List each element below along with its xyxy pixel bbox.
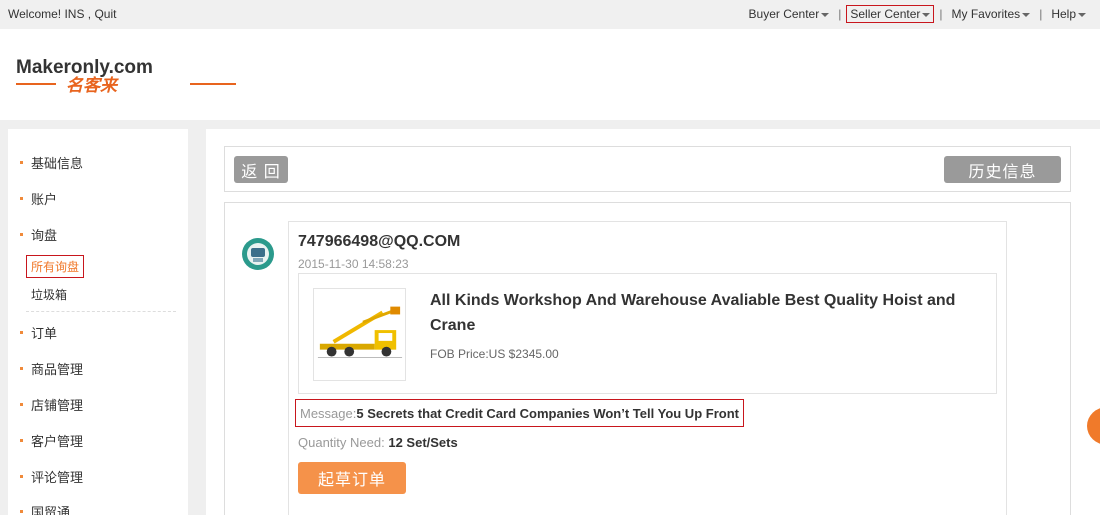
help-menu[interactable]: Help bbox=[1049, 7, 1088, 21]
welcome-text[interactable]: Welcome! INS , Quit bbox=[8, 7, 116, 21]
avatar-screen bbox=[251, 248, 265, 257]
bullet-icon bbox=[20, 475, 23, 478]
message-label: Message: bbox=[300, 405, 357, 421]
seller-center-label: Seller Center bbox=[850, 7, 921, 21]
bullet-icon bbox=[20, 439, 23, 442]
header: Makeronly.com 名客来 bbox=[0, 29, 1100, 120]
sidebar-item-label: 客户管理 bbox=[31, 434, 84, 449]
action-bar: 返 回 历史信息 bbox=[224, 146, 1071, 192]
logo-subtext: 名客来 bbox=[66, 76, 119, 93]
wheel bbox=[344, 346, 355, 357]
sidebar-item-label: 账户 bbox=[31, 192, 58, 207]
chevron-down-icon bbox=[821, 12, 830, 17]
sidebar-item-inquiry[interactable]: 询盘 bbox=[20, 225, 57, 244]
quantity-value: 12 Set/Sets bbox=[388, 435, 458, 450]
sidebar-item-products[interactable]: 商品管理 bbox=[20, 359, 83, 378]
sidebar-item-label: 基础信息 bbox=[31, 156, 84, 171]
top-nav: Buyer Center | Seller Center | My Favori… bbox=[747, 5, 1088, 23]
makeronly-logo[interactable]: Makeronly.com 名客来 bbox=[14, 57, 249, 93]
product-image[interactable] bbox=[313, 288, 406, 381]
buyer-center-label: Buyer Center bbox=[748, 7, 820, 21]
back-button[interactable]: 返 回 bbox=[234, 156, 288, 183]
history-button[interactable]: 历史信息 bbox=[944, 156, 1061, 183]
chevron-down-icon bbox=[1022, 12, 1031, 17]
seller-center-menu[interactable]: Seller Center bbox=[846, 5, 935, 23]
sidebar-item-label: 国贸通 bbox=[31, 505, 71, 515]
sidebar-item-trade[interactable]: 国贸通 bbox=[20, 502, 70, 515]
sent-time: 2015-11-30 14:58:23 bbox=[298, 257, 409, 271]
sidebar-divider bbox=[26, 311, 176, 312]
separator: | bbox=[939, 7, 943, 21]
chevron-down-icon bbox=[922, 12, 931, 17]
sidebar-item-label: 订单 bbox=[31, 326, 58, 341]
sidebar-item-store[interactable]: 店铺管理 bbox=[20, 395, 83, 414]
bullet-icon bbox=[20, 233, 23, 236]
quantity-label: Quantity Need: bbox=[298, 435, 385, 450]
sidebar-item-account[interactable]: 账户 bbox=[20, 189, 57, 208]
buyer-center-menu[interactable]: Buyer Center bbox=[747, 7, 832, 21]
sidebar-item-label: 询盘 bbox=[31, 228, 58, 243]
sidebar-subitem-all-inquiries[interactable]: 所有询盘 bbox=[26, 255, 85, 278]
draft-order-button[interactable]: 起草订单 bbox=[298, 462, 406, 494]
bullet-icon bbox=[20, 367, 23, 370]
truck-window bbox=[378, 333, 393, 341]
sidebar-item-label: 评论管理 bbox=[31, 470, 84, 485]
sidebar-item-basic-info[interactable]: 基础信息 bbox=[20, 153, 83, 172]
avatar-base bbox=[253, 258, 263, 262]
sidebar-item-label: 店铺管理 bbox=[31, 398, 84, 413]
inquiry-card: 747966498@QQ.COM 2015-11-30 14:58:23 All… bbox=[288, 221, 1007, 515]
sidebar-item-customers[interactable]: 客户管理 bbox=[20, 431, 83, 450]
wheel bbox=[326, 346, 337, 357]
message-row: Message: 5 Secrets that Credit Card Comp… bbox=[295, 399, 744, 427]
bullet-icon bbox=[20, 403, 23, 406]
crane-arm bbox=[362, 309, 395, 324]
sidebar-subitem-trash[interactable]: 垃圾箱 bbox=[27, 284, 71, 305]
my-favorites-label: My Favorites bbox=[951, 7, 1021, 21]
product-title[interactable]: All Kinds Workshop And Warehouse Avaliab… bbox=[430, 288, 985, 338]
separator: | bbox=[1039, 7, 1043, 21]
top-bar: Welcome! INS , Quit Buyer Center | Selle… bbox=[0, 0, 1100, 29]
main-panel: 返 回 历史信息 747966498@QQ.COM 2015-11-30 14:… bbox=[206, 129, 1100, 515]
sidebar-item-orders[interactable]: 订单 bbox=[20, 323, 57, 342]
bullet-icon bbox=[20, 161, 23, 164]
my-favorites-menu[interactable]: My Favorites bbox=[950, 7, 1033, 21]
quantity-row: Quantity Need: 12 Set/Sets bbox=[298, 435, 458, 450]
bullet-icon bbox=[20, 510, 23, 513]
sidebar: 基础信息 账户 询盘 所有询盘 垃圾箱 订单 商品管理 店铺管理 客户管理 评论… bbox=[8, 129, 188, 515]
chevron-down-icon bbox=[1078, 12, 1086, 17]
sender-email: 747966498@QQ.COM bbox=[298, 233, 461, 250]
help-label: Help bbox=[1051, 7, 1076, 21]
bullet-icon bbox=[20, 197, 23, 200]
inquiry-detail: 747966498@QQ.COM 2015-11-30 14:58:23 All… bbox=[224, 202, 1071, 515]
wheel bbox=[381, 346, 392, 357]
bullet-icon bbox=[20, 331, 23, 334]
logo-text: Makeronly.com bbox=[16, 57, 153, 78]
product-box: All Kinds Workshop And Warehouse Avaliab… bbox=[298, 273, 997, 394]
crane-basket bbox=[390, 306, 401, 315]
product-price: FOB Price:US $2345.00 bbox=[430, 347, 559, 361]
message-text: 5 Secrets that Credit Card Companies Won… bbox=[356, 405, 739, 421]
avatar bbox=[242, 238, 274, 270]
separator: | bbox=[838, 7, 842, 21]
sidebar-item-reviews[interactable]: 评论管理 bbox=[20, 467, 83, 486]
crane-truck-icon bbox=[317, 306, 403, 358]
sidebar-item-label: 商品管理 bbox=[31, 362, 84, 377]
